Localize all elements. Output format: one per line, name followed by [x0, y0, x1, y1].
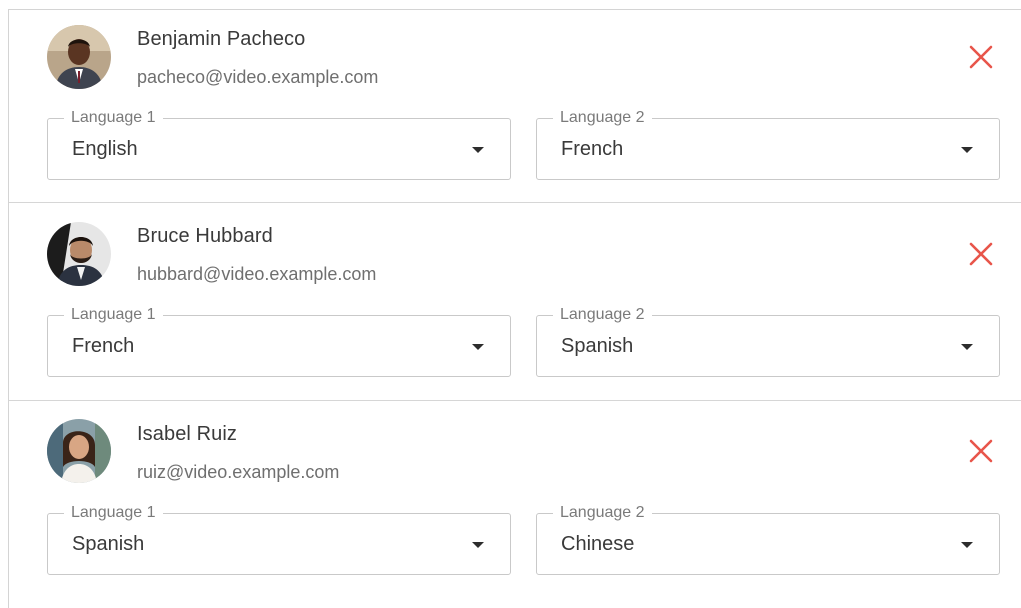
language-2-value: French — [561, 138, 624, 160]
language-2-select[interactable]: Language 2 Spanish — [536, 305, 1000, 377]
language-1-value: Spanish — [72, 533, 145, 555]
language-1-label: Language 1 — [64, 108, 163, 128]
participant-row: Benjamin Pacheco pacheco@video.example.c… — [9, 10, 1021, 202]
avatar — [47, 419, 111, 483]
participant-name: Benjamin Pacheco — [137, 28, 306, 50]
chevron-down-icon — [472, 542, 484, 548]
language-2-value: Chinese — [561, 533, 635, 555]
person-avatar-icon — [47, 419, 111, 483]
chevron-down-icon — [472, 147, 484, 153]
language-1-select[interactable]: Language 1 English — [47, 108, 511, 180]
remove-participant-button[interactable] — [967, 437, 995, 465]
language-1-value: English — [72, 138, 138, 160]
chevron-down-icon — [961, 542, 973, 548]
language-2-value: Spanish — [561, 335, 634, 357]
participant-row: Isabel Ruiz ruiz@video.example.com Langu… — [9, 401, 1021, 608]
chevron-down-icon — [961, 344, 973, 350]
close-icon — [969, 45, 993, 69]
person-avatar-icon — [47, 222, 111, 286]
language-2-select[interactable]: Language 2 Chinese — [536, 503, 1000, 575]
remove-participant-button[interactable] — [967, 240, 995, 268]
participant-email: pacheco@video.example.com — [137, 67, 379, 87]
remove-participant-button[interactable] — [967, 43, 995, 71]
chevron-down-icon — [472, 344, 484, 350]
person-avatar-icon — [47, 25, 111, 89]
language-1-select[interactable]: Language 1 Spanish — [47, 503, 511, 575]
language-2-label: Language 2 — [553, 305, 652, 325]
participants-panel: Benjamin Pacheco pacheco@video.example.c… — [8, 9, 1021, 608]
language-2-select[interactable]: Language 2 French — [536, 108, 1000, 180]
language-1-label: Language 1 — [64, 305, 163, 325]
language-1-select[interactable]: Language 1 French — [47, 305, 511, 377]
language-2-label: Language 2 — [553, 108, 652, 128]
language-1-value: French — [72, 335, 135, 357]
participant-email: ruiz@video.example.com — [137, 462, 340, 482]
participant-name: Isabel Ruiz — [137, 423, 238, 445]
language-2-label: Language 2 — [553, 503, 652, 523]
avatar — [47, 222, 111, 286]
chevron-down-icon — [961, 147, 973, 153]
participant-name: Bruce Hubbard — [137, 225, 273, 247]
language-1-label: Language 1 — [64, 503, 163, 523]
participant-email: hubbard@video.example.com — [137, 264, 377, 284]
close-icon — [969, 242, 993, 266]
avatar — [47, 25, 111, 89]
participant-row: Bruce Hubbard hubbard@video.example.com … — [9, 203, 1021, 400]
close-icon — [969, 439, 993, 463]
